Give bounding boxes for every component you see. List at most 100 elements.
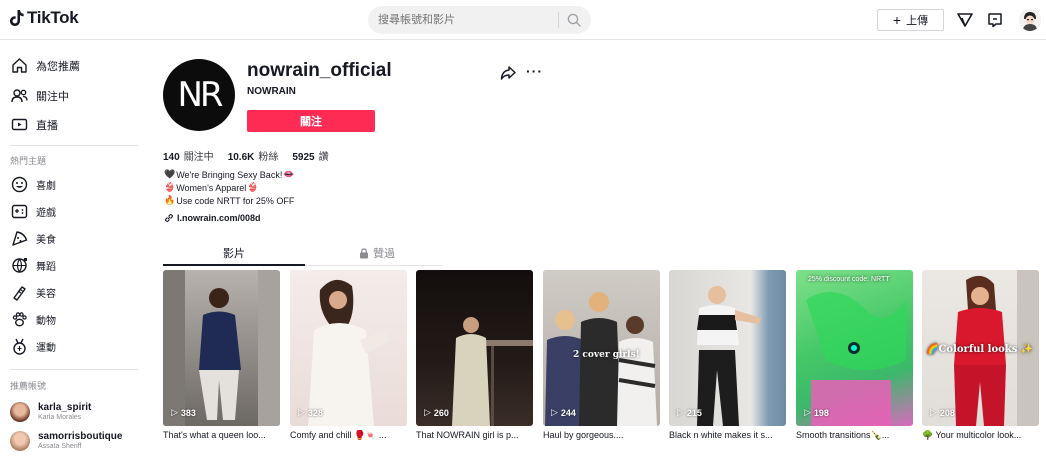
stat-label: 讚 xyxy=(318,152,329,163)
nav-live[interactable]: 直播 xyxy=(11,116,58,133)
send-message-icon[interactable] xyxy=(956,11,974,29)
video-caption[interactable]: That's what a queen loo... xyxy=(163,430,280,440)
view-count: ▷ 328 xyxy=(298,407,323,418)
suggested-account[interactable]: samorrisboutique Assata Sheriff xyxy=(10,431,122,451)
search-divider xyxy=(558,12,559,28)
video-thumbnail[interactable]: 25% discount code: NRTT ▷ 198 xyxy=(796,270,913,426)
topic-food[interactable]: 美食 xyxy=(11,230,56,247)
comedy-icon xyxy=(11,176,28,193)
suggested-account[interactable]: karla_spirit Karla Morales xyxy=(10,402,91,422)
video-card[interactable]: ▷ 328 Comfy and chill 🥊🍬 ... xyxy=(290,270,407,441)
stat-value: 10.6K xyxy=(227,152,255,163)
topic-gaming[interactable]: 遊戲 xyxy=(11,203,56,220)
search-icon[interactable] xyxy=(567,13,581,27)
accounts-heading: 推薦帳號 xyxy=(10,381,47,391)
profile-username: nowrain_official xyxy=(247,60,392,81)
play-icon: ▷ xyxy=(298,407,305,417)
profile-avatar: NR xyxy=(163,59,235,131)
video-caption[interactable]: Black n white makes it s... xyxy=(669,430,786,440)
view-count: ▷ 215 xyxy=(677,407,702,418)
profile-stats: 140 關注中 10.6K 粉絲 5925 讚 xyxy=(163,148,329,163)
nav-for-you[interactable]: 為您推薦 xyxy=(11,57,80,74)
tab-label: 贊過 xyxy=(373,248,395,260)
bio-line: 🖤 We're Bringing Sexy Back! 👄 xyxy=(164,169,295,180)
video-thumbnail[interactable]: ▷ 260 xyxy=(416,270,533,426)
followers-count[interactable]: 10.6K 粉絲 xyxy=(228,148,279,163)
gaming-icon xyxy=(11,204,28,219)
search-input[interactable] xyxy=(378,6,553,34)
sidebar-divider xyxy=(10,369,138,370)
account-info: samorrisboutique Assata Sheriff xyxy=(38,431,122,451)
video-thumbnail-image xyxy=(545,292,657,426)
video-thumbnail[interactable]: 🌈Colorful looks ✨ ▷ 208 xyxy=(922,270,1039,426)
share-icon[interactable] xyxy=(500,65,516,81)
upload-button[interactable]: + 上傳 xyxy=(877,9,944,31)
topics-heading: 熱門主題 xyxy=(10,156,47,166)
bio-link[interactable]: l.nowrain.com/008d xyxy=(164,213,261,223)
video-thumbnail-image xyxy=(452,317,533,426)
view-count: ▷ 244 xyxy=(551,407,576,418)
video-thumbnail-image xyxy=(308,279,390,426)
account-display-name: Karla Morales xyxy=(38,414,82,421)
video-caption[interactable]: 🌳 Your multicolor look... xyxy=(922,430,1039,441)
bio-text: We're Bringing Sexy Back! xyxy=(176,169,283,180)
stat-value: 140 xyxy=(163,152,180,163)
play-icon: ▷ xyxy=(551,407,558,417)
video-card[interactable]: ▷ 383 That's what a queen loo... xyxy=(163,270,280,440)
search-bar[interactable] xyxy=(368,6,591,34)
video-thumbnail[interactable]: ▷ 383 xyxy=(163,270,280,426)
account-display-name: Assata Sheriff xyxy=(38,443,82,450)
logo-text: TikTok xyxy=(27,8,79,27)
topic-label: 喜劇 xyxy=(36,181,56,192)
topic-comedy[interactable]: 喜劇 xyxy=(11,176,56,193)
video-caption[interactable]: That NOWRAIN girl is p... xyxy=(416,430,533,440)
video-caption[interactable]: Haul by gorgeous.... xyxy=(543,430,660,440)
nav-following[interactable]: 關注中 xyxy=(11,87,69,104)
link-icon xyxy=(165,214,173,222)
play-icon: ▷ xyxy=(424,407,431,417)
tab-videos[interactable]: 影片 xyxy=(223,245,245,261)
follow-button[interactable]: 關注 xyxy=(247,110,375,132)
video-overlay-text: 2 cover girls! xyxy=(573,350,640,360)
video-thumbnail[interactable]: ▷ 328 xyxy=(290,270,407,426)
view-count: ▷ 198 xyxy=(804,407,829,418)
likes-count: 5925 讚 xyxy=(292,148,328,163)
avatar xyxy=(10,402,30,422)
stat-label: 關注中 xyxy=(183,152,214,163)
bio-line: 👙 Women's Apparel 👙 xyxy=(164,182,259,193)
video-card[interactable]: ▷ 260 That NOWRAIN girl is p... xyxy=(416,270,533,440)
following-count[interactable]: 140 關注中 xyxy=(163,148,214,163)
topic-dance[interactable]: 舞蹈 xyxy=(11,257,56,274)
tiktok-logo[interactable]: TikTok xyxy=(10,8,79,28)
bio-emoji: 👙 xyxy=(247,182,259,192)
tab-liked[interactable]: 贊過 xyxy=(359,245,395,261)
inbox-icon[interactable] xyxy=(986,11,1004,29)
beauty-icon xyxy=(13,286,26,301)
topic-sports[interactable]: 運動 xyxy=(11,338,56,355)
nav-label: 關注中 xyxy=(36,90,69,103)
view-count-value: 260 xyxy=(433,407,449,418)
topic-animals[interactable]: 動物 xyxy=(11,311,56,328)
view-count: ▷ 208 xyxy=(930,407,955,418)
video-thumbnail[interactable]: 2 cover girls! ▷ 244 xyxy=(543,270,660,426)
topic-label: 舞蹈 xyxy=(36,262,56,273)
video-thumbnail[interactable]: ▷ 215 xyxy=(669,270,786,426)
avatar-logo-text: NR xyxy=(177,75,223,115)
bio-emoji: 👄 xyxy=(283,169,295,179)
video-caption[interactable]: Smooth transitions🍾... xyxy=(796,430,913,441)
topic-beauty[interactable]: 美容 xyxy=(11,284,56,301)
more-options-icon[interactable]: ··· xyxy=(526,63,543,79)
bio-text: Use code NRTT for 25% OFF xyxy=(176,195,295,206)
video-caption[interactable]: Comfy and chill 🥊🍬 ... xyxy=(290,430,407,441)
video-card[interactable]: 🌈Colorful looks ✨ ▷ 208 🌳 Your multicolor… xyxy=(922,270,1039,441)
view-count-value: 244 xyxy=(560,407,576,418)
video-card[interactable]: 2 cover girls! ▷ 244 Haul by gorgeous.... xyxy=(543,270,660,440)
video-card[interactable]: ▷ 215 Black n white makes it s... xyxy=(669,270,786,440)
view-count-value: 198 xyxy=(813,407,829,418)
view-count-value: 328 xyxy=(307,407,323,418)
video-card[interactable]: 25% discount code: NRTT ▷ 198 Smooth tran… xyxy=(796,270,913,441)
home-icon xyxy=(12,58,27,73)
video-overlay-text: 🌈Colorful looks ✨ xyxy=(926,344,1034,355)
following-icon xyxy=(11,89,28,103)
user-avatar[interactable] xyxy=(1019,9,1041,31)
